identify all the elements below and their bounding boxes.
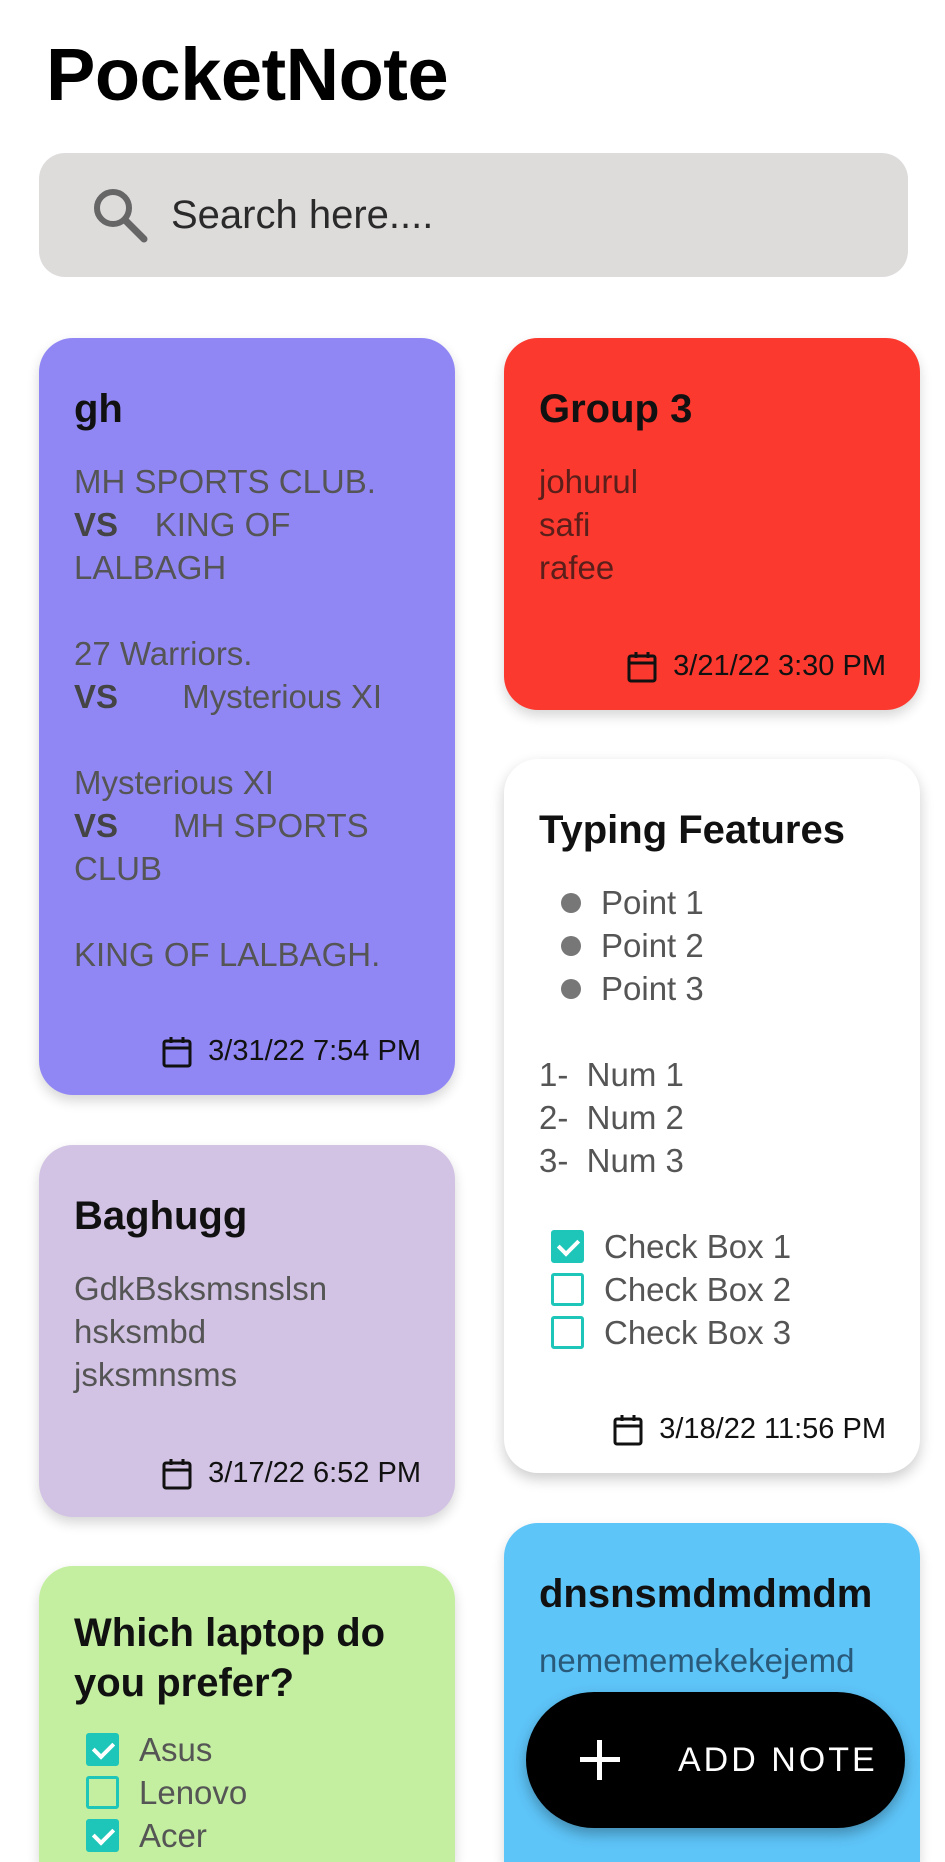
note-line: safi — [539, 506, 591, 543]
note-title: Which laptop do you prefer? — [74, 1611, 386, 1705]
checklist-item: Asus — [74, 1728, 421, 1771]
checkbox-unchecked[interactable] — [551, 1273, 584, 1306]
note-line: VS — [74, 506, 119, 543]
note-card-group-3[interactable]: Group 3 johurul safi rafee 3/21/22 3:30 … — [504, 338, 920, 710]
calendar-icon — [613, 1414, 643, 1445]
bullet-item: Point 3 — [539, 967, 886, 1010]
note-title: dnsnsmdmdmdm — [539, 1572, 873, 1616]
note-date: 3/21/22 3:30 PM — [627, 650, 886, 683]
note-date-text: 3/31/22 7:54 PM — [208, 1035, 421, 1067]
note-line: MH SPORTS CLUB. — [74, 463, 376, 500]
search-bar[interactable] — [39, 153, 908, 277]
note-line: CLUB — [74, 850, 163, 887]
calendar-icon — [627, 651, 657, 682]
add-note-label: ADD NOTE — [678, 1740, 878, 1779]
note-date: 3/18/22 11:56 PM — [613, 1413, 886, 1446]
note-card-typing-features[interactable]: Typing Features Point 1 Point 2 Point 3 … — [504, 759, 920, 1473]
note-card-gh[interactable]: gh MH SPORTS CLUB. VS KING OF LALBAGH 27… — [39, 338, 455, 1095]
note-title: Baghugg — [74, 1194, 248, 1238]
note-line: VS — [74, 807, 119, 844]
note-card-laptop[interactable]: Which laptop do you prefer? Asus Lenovo … — [39, 1566, 455, 1862]
note-line: GdkBsksmsnslsn — [74, 1270, 328, 1307]
note-line: hsksmbd — [74, 1313, 207, 1350]
note-line: VS — [74, 678, 119, 715]
note-line: nemememekekejemd — [539, 1642, 855, 1679]
note-line: KING OF LALBAGH. — [74, 936, 381, 973]
note-line: KING OF — [154, 506, 291, 543]
note-date-text: 3/18/22 11:56 PM — [659, 1413, 886, 1445]
note-title: Typing Features — [539, 808, 845, 852]
checklist-item: Check Box 1 — [539, 1225, 886, 1268]
checklist-item: Check Box 2 — [539, 1268, 886, 1311]
note-date-text: 3/21/22 3:30 PM — [673, 650, 886, 682]
note-line: 27 Warriors. — [74, 635, 253, 672]
numbered-item: 2- Num 2 — [539, 1099, 684, 1136]
note-line: LALBAGH — [74, 549, 227, 586]
note-line: rafee — [539, 549, 615, 586]
add-note-button[interactable]: ADD NOTE — [526, 1692, 905, 1828]
checklist-item: Lenovo — [74, 1771, 421, 1814]
app-title: PocketNote — [46, 33, 449, 116]
note-line: Mysterious XI — [74, 764, 274, 801]
plus-icon — [580, 1740, 620, 1780]
calendar-icon — [162, 1458, 192, 1489]
checkbox-unchecked[interactable] — [86, 1776, 119, 1809]
note-title: gh — [74, 387, 123, 431]
calendar-icon — [162, 1036, 192, 1067]
checkbox-unchecked[interactable] — [551, 1316, 584, 1349]
checklist-item: Check Box 3 — [539, 1311, 886, 1354]
checkbox-checked[interactable] — [551, 1230, 584, 1263]
note-line: jsksmnsms — [74, 1356, 238, 1393]
note-card-baghugg[interactable]: Baghugg GdkBsksmsnslsn hsksmbd jsksmnsms… — [39, 1145, 455, 1517]
checkbox-checked[interactable] — [86, 1733, 119, 1766]
note-line: johurul — [539, 463, 639, 500]
checkbox-checked[interactable] — [86, 1819, 119, 1852]
numbered-item: 1- Num 1 — [539, 1056, 684, 1093]
note-title: Group 3 — [539, 387, 693, 431]
search-icon — [94, 189, 148, 243]
note-line: Mysterious XI — [182, 678, 383, 715]
numbered-item: 3- Num 3 — [539, 1142, 684, 1179]
checklist-item: Acer — [74, 1814, 421, 1857]
note-date-text: 3/17/22 6:52 PM — [208, 1457, 421, 1489]
search-input[interactable] — [169, 183, 853, 247]
bullet-item: Point 2 — [539, 924, 886, 967]
bullet-item: Point 1 — [539, 881, 886, 924]
note-date: 3/17/22 6:52 PM — [162, 1457, 421, 1490]
note-line: MH SPORTS — [173, 807, 369, 844]
note-date: 3/31/22 7:54 PM — [162, 1035, 421, 1068]
